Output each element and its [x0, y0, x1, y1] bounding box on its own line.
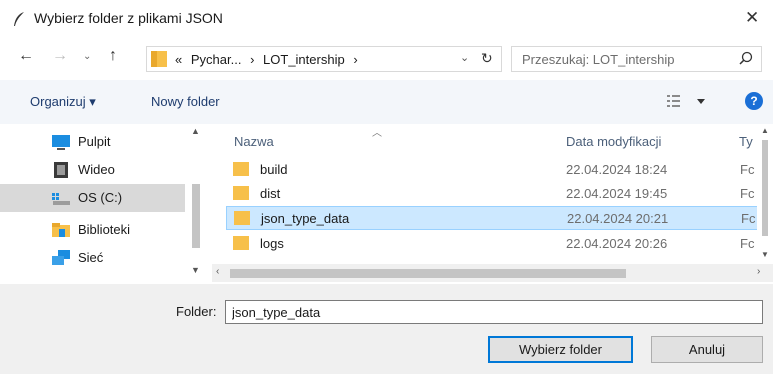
file-type: Fc [740, 186, 755, 201]
view-options-icon[interactable] [666, 93, 710, 109]
file-list-vertical-scrollbar[interactable]: ▲ ▼ [757, 124, 773, 264]
library-icon [52, 223, 70, 237]
file-date: 22.04.2024 19:45 [566, 186, 668, 201]
desktop-icon [52, 135, 70, 150]
folder-icon [234, 211, 250, 225]
folder-icon [233, 236, 249, 250]
file-date: 22.04.2024 20:26 [566, 236, 668, 251]
file-name: dist [260, 186, 281, 201]
folder-name-field[interactable] [225, 300, 763, 324]
nav-item-label: Wideo [78, 162, 115, 177]
file-name: build [260, 162, 288, 177]
folder-field-label: Folder: [176, 304, 217, 319]
table-row[interactable]: dist 22.04.2024 19:45 Fc [226, 182, 758, 206]
nav-item-wideo[interactable]: Wideo [0, 156, 185, 184]
refresh-icon[interactable]: ↻ [481, 50, 493, 67]
address-dropdown-icon[interactable]: ⌄ [460, 51, 469, 64]
file-type: Fc [740, 162, 755, 177]
nav-item-biblioteki[interactable]: Biblioteki [0, 216, 185, 244]
nav-item-siec[interactable]: Sieć [0, 244, 185, 272]
dialog-title: Wybierz folder z plikami JSON [34, 10, 223, 26]
cancel-button[interactable]: Anuluj [651, 336, 763, 363]
scroll-left-icon[interactable]: ‹ [216, 266, 219, 277]
search-input[interactable]: Przeszukaj: LOT_intership [511, 46, 762, 72]
file-list: Nazwa ︿ Data modyfikacji Ty build 22.04.… [212, 124, 773, 284]
breadcrumb: « Pychar... › LOT_intership › [175, 52, 363, 67]
breadcrumb-separator[interactable]: › [353, 52, 357, 67]
nav-item-label: OS (C:) [78, 190, 123, 205]
nav-item-pulpit[interactable]: Pulpit [0, 128, 185, 156]
file-name: json_type_data [261, 211, 350, 226]
nav-item-label: Sieć [78, 250, 104, 265]
scroll-up-icon[interactable]: ▲ [761, 126, 769, 135]
search-icon[interactable] [738, 51, 754, 67]
recent-locations-chevron-icon[interactable]: ⌄ [83, 52, 91, 62]
drive-icon [52, 193, 70, 205]
address-row: ← → ⌄ ↑ « Pychar... › LOT_intership › ⌄ … [0, 38, 773, 80]
file-list-horizontal-scrollbar[interactable]: ‹ › [212, 264, 773, 282]
sort-ascending-icon: ︿ [372, 128, 382, 139]
breadcrumb-pycharm[interactable]: Pychar... [191, 52, 242, 67]
folder-icon [233, 162, 249, 176]
folder-icon [233, 186, 249, 200]
dialog-footer: Folder: Wybierz folder Anuluj [0, 284, 773, 374]
navigation-pane: Pulpit Wideo OS (C:) Biblioteki Sieć ▲ ▼ [0, 124, 206, 284]
breadcrumb-lot-intership[interactable]: LOT_intership [263, 52, 345, 67]
file-date: 22.04.2024 20:21 [567, 211, 669, 226]
scroll-thumb[interactable] [762, 140, 768, 236]
title-bar: Wybierz folder z plikami JSON ✕ [0, 0, 773, 38]
breadcrumb-separator[interactable]: › [250, 52, 254, 67]
column-header-name[interactable]: Nazwa [234, 134, 274, 149]
close-icon[interactable]: ✕ [745, 9, 759, 26]
folder-icon [151, 51, 167, 67]
breadcrumb-overflow[interactable]: « [175, 52, 182, 67]
scroll-thumb[interactable] [192, 184, 200, 248]
feather-icon [14, 12, 24, 26]
file-date: 22.04.2024 18:24 [566, 162, 668, 177]
scroll-thumb[interactable] [230, 269, 626, 278]
search-placeholder: Przeszukaj: LOT_intership [522, 52, 675, 67]
scroll-down-icon[interactable]: ▼ [191, 265, 200, 275]
help-icon[interactable]: ? [745, 92, 763, 110]
column-header-date[interactable]: Data modyfikacji [566, 134, 661, 149]
table-row[interactable]: logs 22.04.2024 20:26 Fc [226, 232, 758, 256]
scroll-right-icon[interactable]: › [757, 266, 760, 277]
up-arrow-icon[interactable]: ↑ [109, 48, 117, 64]
back-arrow-icon[interactable]: ← [18, 48, 34, 64]
nav-item-label: Pulpit [78, 134, 111, 149]
column-header-type[interactable]: Ty [739, 134, 753, 149]
scroll-down-icon[interactable]: ▼ [761, 250, 769, 259]
nav-item-drive-c[interactable]: OS (C:) [0, 184, 185, 212]
file-type: Fc [740, 236, 755, 251]
new-folder-button[interactable]: Nowy folder [151, 94, 220, 109]
scroll-up-icon[interactable]: ▲ [191, 126, 200, 136]
forward-arrow-icon[interactable]: → [52, 48, 68, 64]
table-row[interactable]: build 22.04.2024 18:24 Fc [226, 158, 758, 182]
nav-item-label: Biblioteki [78, 222, 131, 237]
network-icon [52, 250, 70, 265]
video-icon [54, 162, 68, 178]
file-type: Fc [741, 211, 756, 226]
nav-scrollbar[interactable]: ▲ ▼ [186, 124, 206, 284]
table-row-selected[interactable]: json_type_data 22.04.2024 20:21 Fc [226, 206, 758, 230]
file-name: logs [260, 236, 284, 251]
select-folder-button[interactable]: Wybierz folder [488, 336, 633, 363]
address-bar[interactable]: « Pychar... › LOT_intership › ⌄ ↻ [146, 46, 502, 72]
organize-menu-button[interactable]: Organizuj ▾ [30, 94, 96, 110]
command-bar: Organizuj ▾ Nowy folder ? [0, 80, 773, 124]
